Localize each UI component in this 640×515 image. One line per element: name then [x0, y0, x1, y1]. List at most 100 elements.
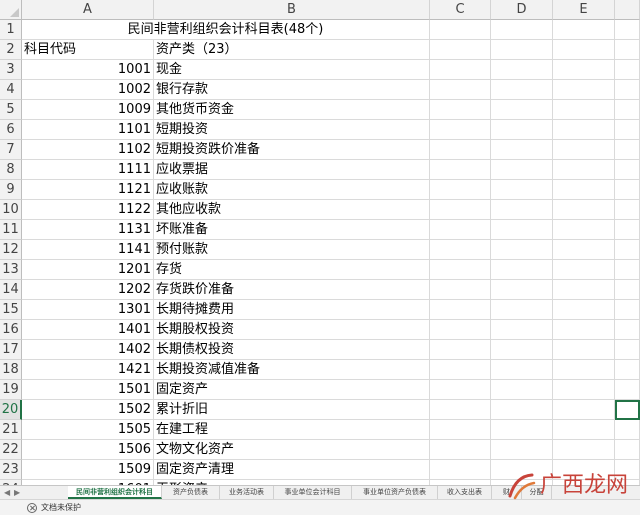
cell[interactable]	[491, 260, 553, 280]
tab-sheet-4[interactable]: 事业单位会计科目	[274, 486, 352, 499]
column-header-d[interactable]: D	[491, 0, 553, 20]
row-header[interactable]: 12	[0, 240, 22, 260]
cell[interactable]	[491, 280, 553, 300]
cell[interactable]	[430, 400, 491, 420]
row-header[interactable]: 13	[0, 260, 22, 280]
selected-cell[interactable]	[615, 400, 640, 420]
row-header[interactable]: 17	[0, 340, 22, 360]
account-code-cell[interactable]: 1111	[22, 160, 154, 180]
cell[interactable]	[553, 260, 615, 280]
row-header[interactable]: 16	[0, 320, 22, 340]
cell[interactable]	[553, 360, 615, 380]
account-code-cell[interactable]: 1502	[22, 400, 154, 420]
cell[interactable]	[491, 80, 553, 100]
cell[interactable]	[615, 380, 640, 400]
cell[interactable]	[491, 60, 553, 80]
column-header-b[interactable]: B	[154, 0, 430, 20]
account-name-cell[interactable]: 其他应收款	[154, 200, 430, 220]
account-code-cell[interactable]: 1001	[22, 60, 154, 80]
row-header[interactable]: 18	[0, 360, 22, 380]
account-code-cell[interactable]: 1102	[22, 140, 154, 160]
tab-sheet-1[interactable]: 民间非营利组织会计科目	[68, 486, 162, 499]
cell[interactable]	[615, 280, 640, 300]
cell[interactable]	[491, 40, 553, 60]
cell[interactable]	[491, 360, 553, 380]
row-header[interactable]: 4	[0, 80, 22, 100]
account-name-cell[interactable]: 应收票据	[154, 160, 430, 180]
cell[interactable]	[553, 80, 615, 100]
cell[interactable]	[553, 220, 615, 240]
cell[interactable]	[615, 80, 640, 100]
account-code-cell[interactable]: 1101	[22, 120, 154, 140]
account-code-cell[interactable]: 1301	[22, 300, 154, 320]
cell[interactable]	[615, 120, 640, 140]
cell[interactable]	[430, 20, 491, 40]
cell[interactable]	[553, 40, 615, 60]
account-code-cell[interactable]: 1141	[22, 240, 154, 260]
row-header[interactable]: 15	[0, 300, 22, 320]
cell[interactable]	[430, 60, 491, 80]
row-header[interactable]: 21	[0, 420, 22, 440]
cell[interactable]	[553, 160, 615, 180]
cell[interactable]	[491, 180, 553, 200]
cell[interactable]	[430, 220, 491, 240]
worksheet[interactable]: A B C D E 1 民间非营利组织会计科目表(48个) 2 科目代码 资产类…	[0, 0, 640, 485]
row-header[interactable]: 6	[0, 120, 22, 140]
cell[interactable]	[491, 120, 553, 140]
cell[interactable]	[553, 240, 615, 260]
cell[interactable]	[491, 140, 553, 160]
cell[interactable]	[553, 420, 615, 440]
cell[interactable]	[615, 40, 640, 60]
account-code-cell[interactable]: 1201	[22, 260, 154, 280]
row-header[interactable]: 2	[0, 40, 22, 60]
cell[interactable]	[491, 220, 553, 240]
account-name-cell[interactable]: 累计折旧	[154, 400, 430, 420]
account-name-cell[interactable]: 其他货币资金	[154, 100, 430, 120]
row-header[interactable]: 8	[0, 160, 22, 180]
cell[interactable]	[615, 60, 640, 80]
cell[interactable]	[553, 100, 615, 120]
cell[interactable]	[553, 340, 615, 360]
account-name-cell[interactable]: 坏账准备	[154, 220, 430, 240]
row-header[interactable]: 14	[0, 280, 22, 300]
account-name-cell[interactable]: 固定资产清理	[154, 460, 430, 480]
cell[interactable]	[430, 160, 491, 180]
category-header-cell[interactable]: 资产类（23）	[154, 40, 430, 60]
cell[interactable]	[615, 420, 640, 440]
cell[interactable]	[430, 280, 491, 300]
cell[interactable]	[430, 40, 491, 60]
cell[interactable]	[615, 160, 640, 180]
row-header[interactable]: 22	[0, 440, 22, 460]
column-header-a[interactable]: A	[22, 0, 154, 20]
tab-sheet-3[interactable]: 业务活动表	[220, 486, 274, 499]
row-header[interactable]: 7	[0, 140, 22, 160]
account-name-cell[interactable]: 短期投资跌价准备	[154, 140, 430, 160]
row-header[interactable]: 1	[0, 20, 22, 40]
cell[interactable]	[553, 120, 615, 140]
cell[interactable]	[430, 440, 491, 460]
cell[interactable]	[615, 260, 640, 280]
account-name-cell[interactable]: 长期投资减值准备	[154, 360, 430, 380]
cell[interactable]	[430, 460, 491, 480]
cell[interactable]	[491, 200, 553, 220]
account-name-cell[interactable]: 存货	[154, 260, 430, 280]
account-code-cell[interactable]: 1202	[22, 280, 154, 300]
account-code-cell[interactable]: 1509	[22, 460, 154, 480]
cell[interactable]	[553, 320, 615, 340]
cell[interactable]	[491, 300, 553, 320]
cell[interactable]	[615, 320, 640, 340]
cell[interactable]	[491, 400, 553, 420]
cell[interactable]	[491, 240, 553, 260]
cell[interactable]	[430, 420, 491, 440]
row-header[interactable]: 3	[0, 60, 22, 80]
row-header[interactable]: 10	[0, 200, 22, 220]
cell[interactable]	[491, 420, 553, 440]
tab-scroll-right-icon[interactable]: ▶	[14, 486, 20, 499]
account-name-cell[interactable]: 文物文化资产	[154, 440, 430, 460]
cell[interactable]	[615, 360, 640, 380]
column-header-c[interactable]: C	[430, 0, 491, 20]
account-code-cell[interactable]: 1121	[22, 180, 154, 200]
account-code-cell[interactable]: 1505	[22, 420, 154, 440]
cell[interactable]	[553, 440, 615, 460]
cell[interactable]	[615, 300, 640, 320]
